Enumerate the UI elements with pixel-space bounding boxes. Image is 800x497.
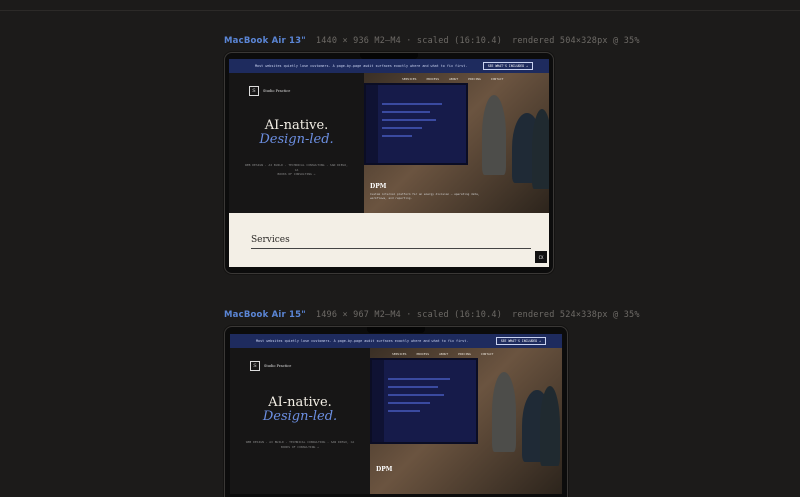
dashboard-bar (382, 103, 442, 105)
tagline-link[interactable]: BOOKS OF CONSULTING → (244, 445, 356, 450)
hero-text-panel: S Studio Practice AI-native. Design-led.… (229, 73, 364, 213)
dashboard-bar (388, 394, 444, 396)
nav-link-pricing[interactable]: PRICING (458, 352, 471, 356)
hero-text-panel: S Studio Practice AI-native. Design-led.… (230, 348, 370, 494)
services-section: Services CX (229, 213, 549, 267)
dashboard-sidebar (372, 360, 384, 442)
dashboard-bar (388, 378, 450, 380)
device-specs: 1496 × 967 M2–M4 · scaled (16:10.4) (315, 310, 503, 320)
logo-mark-icon: S (250, 361, 260, 371)
dashboard-bar (382, 111, 430, 113)
device-label-2: MacBook Air 15" 1496 × 967 M2–M4 · scale… (224, 310, 640, 320)
dashboard-bar (382, 135, 412, 137)
device-name: MacBook Air 15" (224, 310, 306, 320)
banner-text: Most websites quietly lose customers. A … (255, 64, 468, 68)
person-figure (482, 95, 506, 175)
dashboard-bar (382, 127, 422, 129)
logo-text: Studio Practice (264, 364, 292, 368)
photo-caption-sub: Custom internal platform for an energy d… (370, 192, 480, 200)
hero-photo: SERVICES PROCESS ABOUT PRICING CONTACT D… (364, 73, 549, 213)
dashboard-bar (388, 386, 438, 388)
site-logo[interactable]: S Studio Practice (250, 361, 291, 371)
device-name: MacBook Air 13" (224, 36, 306, 46)
main-nav: SERVICES PROCESS ABOUT PRICING CONTACT (402, 77, 503, 81)
render-info: rendered 524×338px @ 35% (512, 310, 640, 320)
monitor-dashboard (370, 358, 478, 444)
nav-link-contact[interactable]: CONTACT (491, 77, 504, 81)
nav-link-contact[interactable]: CONTACT (481, 352, 494, 356)
dashboard-bar (388, 410, 420, 412)
hero-photo: SERVICES PROCESS ABOUT PRICING CONTACT D… (370, 348, 562, 494)
logo-text: Studio Practice (263, 89, 291, 93)
camera-notch (360, 53, 418, 59)
dashboard-bar (382, 119, 436, 121)
person-figure (532, 109, 549, 189)
hero-headline: AI-native. Design-led. (230, 396, 370, 424)
nav-link-about[interactable]: ABOUT (439, 352, 448, 356)
monitor-dashboard (364, 83, 468, 165)
person-figure (540, 386, 560, 466)
device-label-1: MacBook Air 13" 1440 × 936 M2–M4 · scale… (224, 36, 640, 46)
site-logo[interactable]: S Studio Practice (249, 86, 290, 96)
device-specs: 1440 × 936 M2–M4 · scaled (16:10.4) (315, 36, 503, 46)
logo-mark-icon: S (249, 86, 259, 96)
top-divider (0, 10, 800, 11)
chat-widget-button[interactable]: CX (535, 251, 547, 263)
dashboard-sidebar (366, 85, 378, 163)
person-figure (492, 372, 516, 452)
announcement-banner[interactable]: Most websites quietly lose customers. A … (230, 334, 562, 348)
camera-notch (367, 327, 425, 333)
photo-caption-title: DPM (376, 466, 393, 473)
nav-link-pricing[interactable]: PRICING (468, 77, 481, 81)
render-info: rendered 504×328px @ 35% (512, 36, 640, 46)
hero-section: S Studio Practice AI-native. Design-led.… (229, 73, 549, 213)
services-divider (251, 248, 531, 249)
nav-link-services[interactable]: SERVICES (392, 352, 406, 356)
hero-headline: AI-native. Design-led. (229, 119, 364, 147)
announcement-banner[interactable]: Most websites quietly lose customers. A … (229, 59, 549, 73)
hero-tagline: WEB DESIGN · AI BUILD · TECHNICAL CONSUL… (243, 163, 350, 177)
nav-link-process[interactable]: PROCESS (426, 77, 439, 81)
banner-cta-button[interactable]: SEE WHAT'S INCLUDED → (495, 337, 546, 345)
laptop-frame-15: Most websites quietly lose customers. A … (224, 326, 568, 497)
nav-link-process[interactable]: PROCESS (416, 352, 429, 356)
hero-tagline: WEB DESIGN · AI BUILD · TECHNICAL CONSUL… (244, 440, 356, 449)
dashboard-bar (388, 402, 430, 404)
banner-cta-button[interactable]: SEE WHAT'S INCLUDED → (482, 62, 533, 70)
tagline-link[interactable]: BOOKS OF CONSULTING → (243, 172, 350, 177)
website-preview-13[interactable]: Most websites quietly lose customers. A … (229, 59, 549, 267)
headline-line-1: AI-native. (264, 118, 329, 133)
laptop-frame-13: Most websites quietly lose customers. A … (224, 52, 554, 274)
photo-caption-title: DPM (370, 183, 387, 190)
banner-text: Most websites quietly lose customers. A … (256, 339, 469, 343)
tagline-text: WEB DESIGN · AI BUILD · TECHNICAL CONSUL… (245, 440, 355, 444)
headline-line-2: Design-led. (259, 132, 334, 147)
tagline-text: WEB DESIGN · AI BUILD · TECHNICAL CONSUL… (245, 163, 348, 172)
services-heading: Services (251, 235, 290, 245)
main-nav: SERVICES PROCESS ABOUT PRICING CONTACT (392, 352, 493, 356)
nav-link-about[interactable]: ABOUT (449, 77, 458, 81)
headline-line-2: Design-led. (262, 409, 338, 424)
hero-section: S Studio Practice AI-native. Design-led.… (230, 348, 562, 494)
website-preview-15[interactable]: Most websites quietly lose customers. A … (230, 334, 562, 494)
nav-link-services[interactable]: SERVICES (402, 77, 416, 81)
headline-line-1: AI-native. (268, 395, 332, 410)
